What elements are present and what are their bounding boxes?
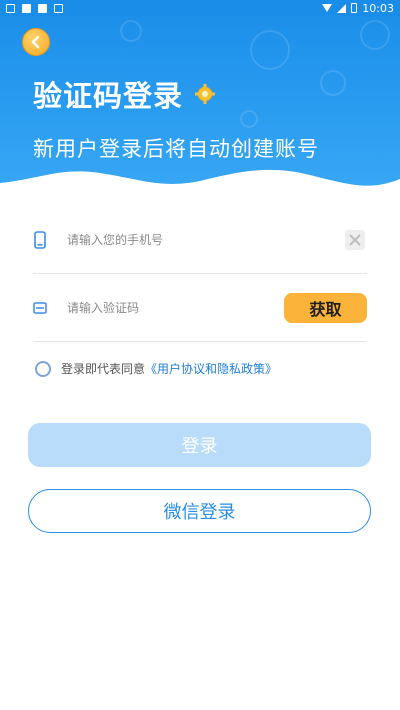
system-icons: 10:03 [322, 2, 394, 15]
header-banner: 验证码登录 新用户登录后将自动创建账号 [0, 0, 400, 200]
login-button[interactable]: 登录 [28, 423, 371, 467]
code-input[interactable] [67, 300, 284, 315]
app-icon [54, 3, 63, 13]
status-bar: 10:03 [0, 0, 400, 16]
agreement-link[interactable]: 《用户协议和隐私政策》 [145, 360, 277, 377]
clock: 10:03 [362, 1, 394, 15]
background-decoration [250, 30, 290, 70]
wechat-login-button[interactable]: 微信登录 [28, 489, 371, 533]
message-icon [38, 3, 47, 13]
background-decoration [320, 70, 346, 96]
notification-icon [6, 3, 15, 13]
phone-row [33, 206, 367, 274]
code-row: 获取 [33, 274, 367, 342]
gear-icon [195, 84, 215, 104]
background-decoration [360, 20, 390, 50]
clear-icon[interactable] [343, 228, 367, 252]
battery-icon [351, 3, 358, 13]
page-subtitle: 新用户登录后将自动创建账号 [33, 137, 319, 161]
agreement-checkbox[interactable] [35, 360, 51, 377]
sms-code-icon [33, 301, 47, 314]
back-button[interactable] [22, 28, 50, 56]
notification-icons [6, 3, 63, 13]
background-decoration [120, 20, 142, 42]
message-icon [22, 3, 31, 13]
agreement-text: 登录即代表同意 [61, 362, 146, 376]
page-title: 验证码登录 [33, 79, 184, 113]
chevron-left-icon [31, 35, 40, 49]
wifi-icon [322, 4, 333, 12]
agreement: 登录即代表同意 《用户协议和隐私政策》 [35, 360, 277, 377]
background-decoration [240, 110, 258, 128]
phone-input[interactable] [67, 232, 337, 247]
phone-icon [33, 230, 47, 249]
wave-divider [0, 169, 400, 200]
get-code-button[interactable]: 获取 [284, 292, 367, 323]
signal-icon [337, 3, 347, 13]
